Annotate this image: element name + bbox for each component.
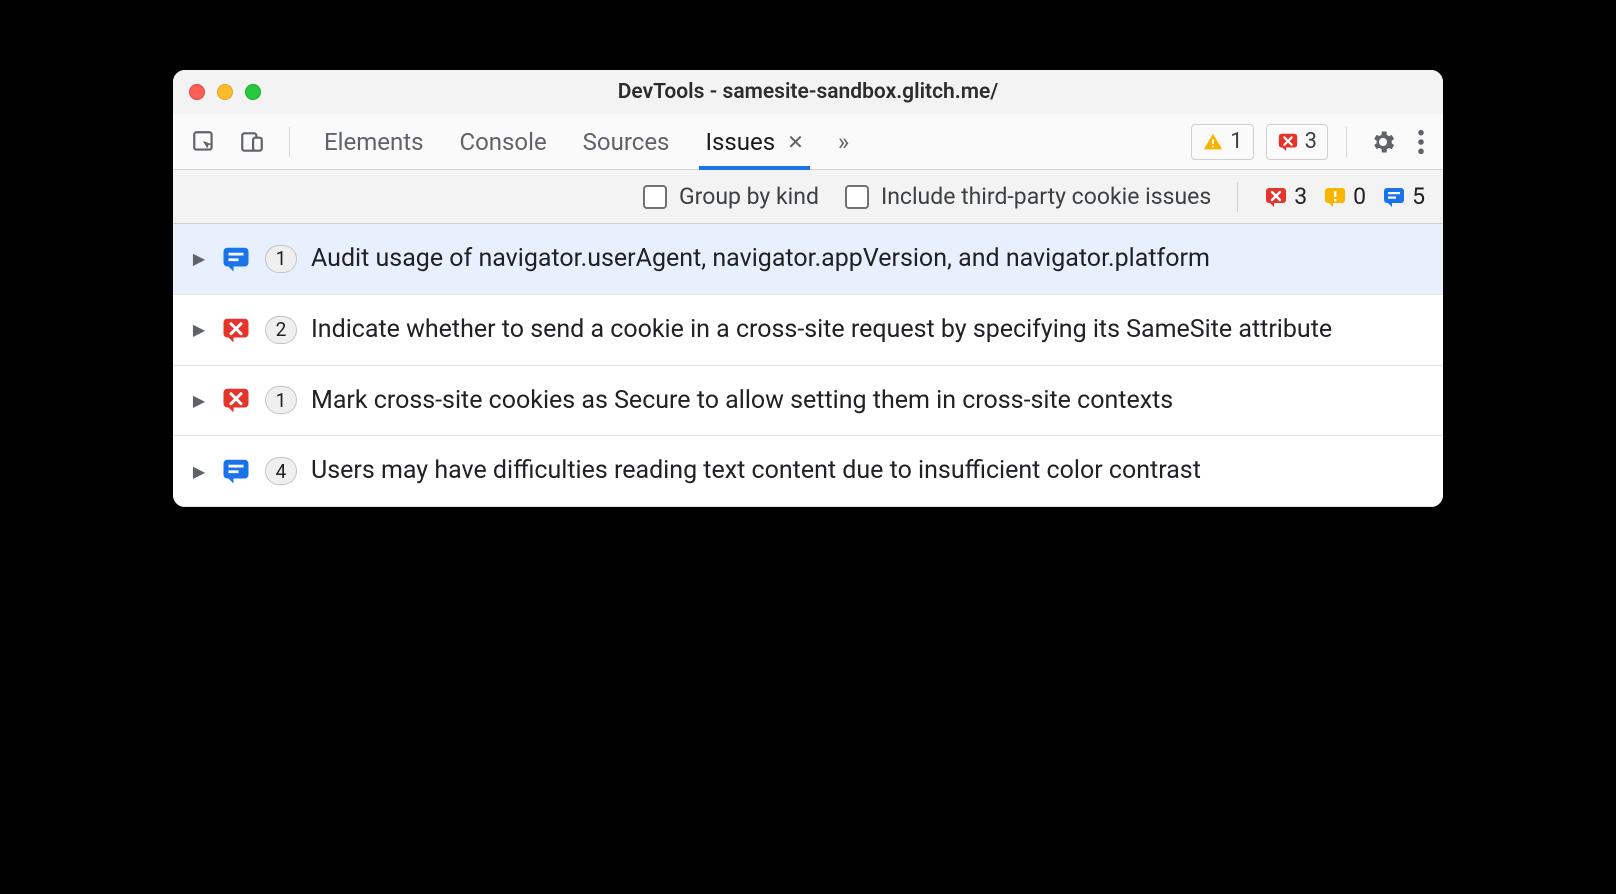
tab-elements[interactable]: Elements xyxy=(324,114,423,169)
error-bubble-icon xyxy=(221,315,251,345)
count-value: 3 xyxy=(1294,183,1307,210)
error-icon xyxy=(1277,131,1299,153)
settings-button[interactable] xyxy=(1365,124,1401,160)
kebab-icon xyxy=(1417,128,1425,156)
issue-row[interactable]: ▶ 1 Audit usage of navigator.userAgent, … xyxy=(173,224,1443,295)
more-tabs-button[interactable]: » xyxy=(838,128,849,156)
devtools-window: DevTools - samesite-sandbox.glitch.me/ E… xyxy=(173,70,1443,507)
errors-counter[interactable]: 3 xyxy=(1266,124,1328,160)
tab-label: Elements xyxy=(324,128,423,156)
checkbox-label: Group by kind xyxy=(679,183,819,210)
window-close-button[interactable] xyxy=(189,84,205,100)
issue-kind-counts: 3 0 5 xyxy=(1264,183,1425,210)
warning-icon xyxy=(1202,131,1224,153)
improvement-kind-count[interactable]: 0 xyxy=(1323,183,1366,210)
expand-caret-icon[interactable]: ▶ xyxy=(191,320,207,339)
error-bubble-icon xyxy=(221,385,251,415)
toolbar-separator xyxy=(289,127,290,157)
info-bubble-icon xyxy=(1382,185,1406,209)
tab-sources[interactable]: Sources xyxy=(583,114,670,169)
close-icon[interactable]: ✕ xyxy=(787,130,804,154)
tab-label: Issues xyxy=(705,128,775,156)
issue-count-badge: 2 xyxy=(265,316,297,344)
include-third-party-checkbox[interactable]: Include third-party cookie issues xyxy=(845,183,1211,210)
count-value: 0 xyxy=(1353,183,1366,210)
device-toolbar-icon[interactable] xyxy=(235,125,269,159)
window-zoom-button[interactable] xyxy=(245,84,261,100)
inspect-element-icon[interactable] xyxy=(187,125,221,159)
checkbox-label: Include third-party cookie issues xyxy=(881,183,1211,210)
tab-console[interactable]: Console xyxy=(459,114,546,169)
info-bubble-icon xyxy=(221,244,251,274)
gear-icon xyxy=(1369,128,1397,156)
issue-title: Users may have difficulties reading text… xyxy=(311,454,1425,488)
checkbox-icon xyxy=(845,185,869,209)
window-minimize-button[interactable] xyxy=(217,84,233,100)
count-value: 5 xyxy=(1412,183,1425,210)
warnings-count: 1 xyxy=(1230,129,1242,154)
improvement-bubble-icon xyxy=(1323,185,1347,209)
issue-row[interactable]: ▶ 2 Indicate whether to send a cookie in… xyxy=(173,295,1443,366)
issue-row[interactable]: ▶ 1 Mark cross-site cookies as Secure to… xyxy=(173,366,1443,437)
errors-count: 3 xyxy=(1305,129,1317,154)
toolbar-right: 1 3 xyxy=(1191,124,1429,160)
issue-title: Indicate whether to send a cookie in a c… xyxy=(311,313,1425,347)
main-toolbar: Elements Console Sources Issues ✕ » xyxy=(173,114,1443,170)
group-by-kind-checkbox[interactable]: Group by kind xyxy=(643,183,819,210)
issues-list: ▶ 1 Audit usage of navigator.userAgent, … xyxy=(173,224,1443,507)
issue-title: Audit usage of navigator.userAgent, navi… xyxy=(311,242,1425,276)
toolbar-left xyxy=(187,125,296,159)
window-title: DevTools - samesite-sandbox.glitch.me/ xyxy=(173,80,1443,104)
panel-tabs: Elements Console Sources Issues ✕ xyxy=(324,114,804,169)
tab-label: Sources xyxy=(583,128,670,156)
toolbar-separator xyxy=(1346,127,1347,157)
expand-caret-icon[interactable]: ▶ xyxy=(191,249,207,268)
tab-label: Console xyxy=(459,128,546,156)
issue-count-badge: 1 xyxy=(265,245,297,273)
checkbox-icon xyxy=(643,185,667,209)
error-bubble-icon xyxy=(1264,185,1288,209)
issues-filter-bar: Group by kind Include third-party cookie… xyxy=(173,170,1443,224)
info-kind-count[interactable]: 5 xyxy=(1382,183,1425,210)
titlebar: DevTools - samesite-sandbox.glitch.me/ xyxy=(173,70,1443,114)
expand-caret-icon[interactable]: ▶ xyxy=(191,391,207,410)
issue-count-badge: 4 xyxy=(265,457,297,485)
traffic-lights xyxy=(189,84,261,100)
issue-row[interactable]: ▶ 4 Users may have difficulties reading … xyxy=(173,436,1443,507)
more-options-button[interactable] xyxy=(1413,124,1429,160)
warnings-counter[interactable]: 1 xyxy=(1191,124,1253,160)
expand-caret-icon[interactable]: ▶ xyxy=(191,462,207,481)
tab-issues[interactable]: Issues ✕ xyxy=(705,114,803,169)
error-kind-count[interactable]: 3 xyxy=(1264,183,1307,210)
info-bubble-icon xyxy=(221,456,251,486)
issue-title: Mark cross-site cookies as Secure to all… xyxy=(311,384,1425,418)
issue-count-badge: 1 xyxy=(265,386,297,414)
filterbar-separator xyxy=(1237,182,1238,212)
